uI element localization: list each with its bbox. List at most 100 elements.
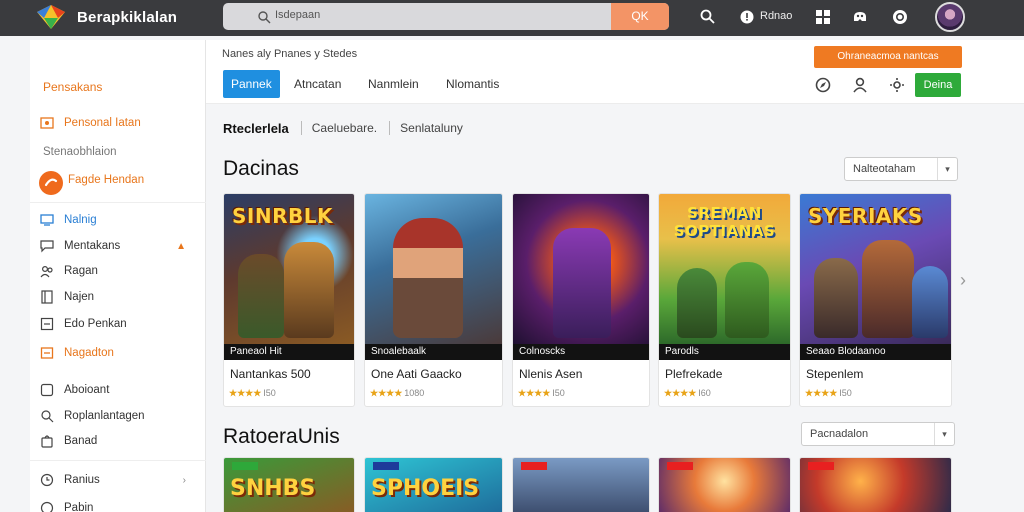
carousel-next-icon[interactable]: ›: [960, 270, 966, 291]
sort-dropdown[interactable]: Nalteotaham ▾: [844, 157, 958, 181]
tab-pannek[interactable]: Pannek: [223, 70, 280, 98]
game-card[interactable]: Snoalebaalk One Aati Gaacko ★★★★ 1080: [364, 193, 503, 407]
game-card[interactable]: SYERIAKS Seaao Blodaanoo Stepenlem ★★★★ I…: [799, 193, 952, 407]
sidebar-item-label: Nagadton: [64, 347, 114, 359]
featured-icon: [39, 171, 63, 195]
game-logo-text: SPHOEIS: [371, 476, 480, 501]
tab-atncatan[interactable]: Atncatan: [294, 70, 341, 98]
users-icon: [40, 265, 53, 278]
sidebar-item-personal[interactable]: Pensonal Iatan: [40, 113, 200, 133]
app-logo-icon: [37, 5, 65, 29]
game-name[interactable]: Nantankas 500: [230, 367, 311, 381]
game-card[interactable]: SINRBLK Paneaol Hit Nantankas 500 ★★★★ I5…: [223, 193, 355, 407]
game-caption: Colnoscks: [513, 344, 649, 360]
sidebar-item-nagadton[interactable]: Nagadton: [40, 343, 200, 363]
game-card[interactable]: [512, 457, 650, 512]
sidebar-item-label: Ranius: [64, 474, 100, 486]
settings-icon[interactable]: [888, 76, 906, 94]
section-title: Dacinas: [223, 157, 299, 180]
sidebar-item-label: Roplanlantagen: [64, 410, 145, 422]
tab-nanmlein[interactable]: Nanmlein: [368, 70, 419, 98]
sort-dropdown[interactable]: Pacnadalon ▾: [801, 422, 955, 446]
calendar-icon: [40, 347, 54, 359]
game-thumbnail: [659, 458, 790, 512]
game-thumbnail: SINRBLK: [224, 194, 354, 344]
search-user-icon: [41, 410, 54, 423]
game-card[interactable]: Colnoscks Nlenis Asen ★★★★ I50: [512, 193, 650, 407]
game-logo-text: SNHBS: [230, 476, 316, 501]
notification-icon[interactable]: [738, 8, 756, 26]
sidebar-item-ragan[interactable]: Ragan: [40, 261, 200, 281]
sidebar-header[interactable]: Pensakans: [43, 80, 102, 94]
book-icon: [41, 290, 53, 304]
grid-icon[interactable]: [814, 8, 832, 26]
search-button[interactable]: QK: [611, 3, 669, 30]
sidebar-item-najen[interactable]: Najen: [40, 287, 200, 307]
sidebar-item-label: Edo Penkan: [64, 318, 127, 330]
character-figure: [725, 262, 769, 338]
promo-button[interactable]: Ohraneacmoa nantcas: [814, 46, 962, 68]
breadcrumb: Nanes aly Pnanes y Stedes: [222, 48, 358, 60]
filter-bar: Rteclerlela Caeluebare. Senlataluny: [223, 118, 463, 138]
sidebar-item-featured[interactable]: Fagde Hendan: [68, 170, 198, 190]
badge: [373, 462, 399, 470]
sidebar-section-title: Stenaobhlaion: [43, 146, 117, 158]
gamepad-icon[interactable]: [851, 8, 869, 26]
character-figure: [553, 228, 611, 338]
sidebar-item-pabin[interactable]: Pabin: [40, 498, 200, 512]
divider: [30, 202, 206, 203]
search-input[interactable]: Isdepaan: [275, 9, 320, 21]
game-card[interactable]: SREMAN SOPTIANAS Parodls Plefrekade ★★★★…: [658, 193, 791, 407]
sidebar-item-ranius[interactable]: Ranius ›: [40, 470, 200, 490]
filter-active[interactable]: Rteclerlela: [223, 121, 289, 136]
game-thumbnail: [365, 194, 502, 344]
avatar[interactable]: [935, 2, 965, 32]
game-card[interactable]: [658, 457, 791, 512]
star-rating: ★★★★ I50: [518, 388, 565, 398]
game-name[interactable]: Stepenlem: [806, 367, 863, 381]
filter-option[interactable]: Senlataluny: [400, 121, 463, 135]
tab-nlomantis[interactable]: Nlomantis: [446, 70, 499, 98]
game-card[interactable]: [799, 457, 952, 512]
square-icon: [40, 383, 54, 397]
search-bar[interactable]: Isdepaan QK: [223, 3, 669, 30]
dropdown-value: Pacnadalon: [810, 428, 869, 440]
character-figure: [238, 254, 284, 338]
character-figure: [912, 266, 948, 338]
game-card[interactable]: SPHOEIS: [364, 457, 503, 512]
chevron-up-icon[interactable]: ▲: [176, 241, 186, 252]
search-icon[interactable]: [699, 8, 717, 26]
compass-icon[interactable]: [814, 76, 832, 94]
sidebar-item-edo-penkan[interactable]: Edo Penkan: [40, 314, 200, 334]
sidebar-item-label: Banad: [64, 435, 98, 447]
play-circle-icon[interactable]: [891, 8, 909, 26]
game-name[interactable]: One Aati Gaacko: [371, 367, 462, 381]
game-card[interactable]: SNHBS: [223, 457, 355, 512]
sidebar-item-label: Ragan: [64, 265, 98, 277]
chevron-right-icon[interactable]: ›: [183, 475, 186, 486]
sidebar-item-banad[interactable]: Banad: [40, 431, 200, 451]
game-thumbnail: [800, 458, 951, 512]
character-figure: [862, 240, 914, 338]
main-header: Nanes aly Pnanes y Stedes Pannek Atncata…: [206, 40, 1024, 104]
chevron-down-icon: ▾: [934, 423, 954, 445]
badge: [667, 462, 693, 470]
character-figure: [284, 242, 334, 338]
sidebar-item-aboioant[interactable]: Aboioant: [40, 380, 200, 400]
section-title: RatoeraUnis: [223, 425, 340, 448]
sidebar-item-label: Nalnig: [64, 214, 97, 226]
game-caption: Paneaol Hit: [224, 344, 354, 360]
bag-icon: [41, 435, 53, 448]
star-rating: ★★★★ I50: [805, 388, 852, 398]
game-name[interactable]: Plefrekade: [665, 367, 722, 381]
notification-label[interactable]: Rdnao: [760, 10, 792, 22]
filter-option[interactable]: Caeluebare.: [312, 121, 377, 135]
sidebar-item-roplanlantagen[interactable]: Roplanlantagen: [40, 406, 200, 426]
sidebar-item-mentakans[interactable]: Mentakans ▲: [40, 236, 200, 256]
primary-action-button[interactable]: Deina: [915, 73, 961, 97]
divider: [389, 121, 391, 135]
game-name[interactable]: Nlenis Asen: [519, 367, 582, 381]
sidebar-item-nalnig[interactable]: Nalnig: [40, 210, 200, 230]
app-title: Berapkiklalan: [77, 9, 178, 26]
user-icon[interactable]: [851, 76, 869, 94]
